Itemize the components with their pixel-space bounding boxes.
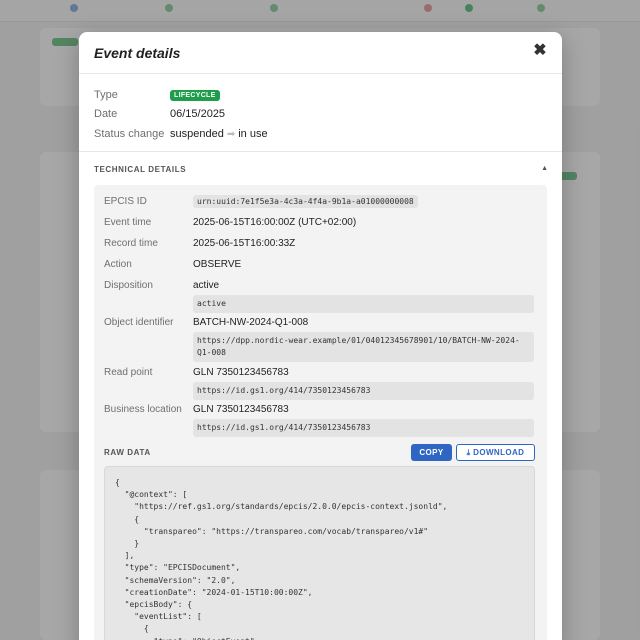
raw-data-title: RAW DATA xyxy=(104,448,151,457)
business-location-code: https://id.gs1.org/414/7350123456783 xyxy=(193,419,534,437)
raw-json-line: { xyxy=(115,624,149,634)
copy-button[interactable]: COPY xyxy=(411,444,452,461)
record-time-label: Record time xyxy=(104,238,158,249)
raw-data-box[interactable]: { "@context": [ "https://ref.gs1.org/sta… xyxy=(104,466,535,640)
object-identifier-code: https://dpp.nordic-wear.example/01/04012… xyxy=(193,332,534,362)
raw-json-line: ], xyxy=(115,551,135,561)
modal-header: Event details ✖ xyxy=(79,32,562,74)
raw-json-line: "https://ref.gs1.org/standards/epcis/2.0… xyxy=(115,502,448,512)
read-point-code: https://id.gs1.org/414/7350123456783 xyxy=(193,382,534,400)
object-identifier-label: Object identifier xyxy=(104,317,174,328)
raw-json: { "@context": [ "https://ref.gs1.org/sta… xyxy=(115,477,524,640)
raw-json-line: "schemaVersion": "2.0", xyxy=(115,575,236,585)
disposition-code: active xyxy=(193,295,534,313)
raw-json-line: "type": "EPCISDocument", xyxy=(115,563,241,573)
raw-json-line: "type": "ObjectEvent", xyxy=(115,636,524,640)
action-label: Action xyxy=(104,259,132,270)
raw-json-line: "transpareo": "https://transpareo.com/vo… xyxy=(115,526,429,536)
action-value: OBSERVE xyxy=(193,259,242,270)
event-details-modal: Event details ✖ Type LIFECYCLE Date 06/1… xyxy=(79,32,562,640)
technical-details-title: TECHNICAL DETAILS xyxy=(94,165,187,174)
epcis-id-label: EPCIS ID xyxy=(104,196,147,207)
epcis-id-value: urn:uuid:7e1f5e3a-4c3a-4f4a-9b1a-a010000… xyxy=(193,195,418,208)
event-time-value: 2025-06-15T16:00:00Z (UTC+02:00) xyxy=(193,217,357,228)
event-summary: Type LIFECYCLE Date 06/15/2025 Status ch… xyxy=(79,74,562,152)
business-location-value: GLN 7350123456783 xyxy=(193,404,289,415)
record-time-value: 2025-06-15T16:00:33Z xyxy=(193,238,296,249)
chevron-up-icon[interactable]: ▲ xyxy=(541,165,548,172)
close-icon[interactable]: ✖ xyxy=(532,43,548,59)
download-label: DOWNLOAD xyxy=(473,448,525,457)
raw-json-line: } xyxy=(115,539,140,549)
event-time-label: Event time xyxy=(104,217,152,228)
disposition-label: Disposition xyxy=(104,280,153,291)
date-label: Date xyxy=(94,108,118,120)
technical-details-toggle[interactable]: TECHNICAL DETAILS ▲ xyxy=(79,152,562,186)
lifecycle-badge: LIFECYCLE xyxy=(170,90,220,101)
download-icon: ⤓ xyxy=(466,448,471,457)
raw-json-line: "eventList": [ xyxy=(115,612,202,622)
status-value: suspended ➡ in use xyxy=(170,128,268,140)
status-from: suspended xyxy=(170,128,224,140)
raw-json-line: { xyxy=(115,478,120,487)
raw-json-line: { xyxy=(115,514,140,524)
date-value: 06/15/2025 xyxy=(170,108,226,120)
download-button[interactable]: ⤓ DOWNLOAD xyxy=(456,444,535,461)
status-to: in use xyxy=(238,128,268,140)
arrow-right-icon: ➡ xyxy=(226,129,236,140)
raw-json-line: "@context": [ xyxy=(115,490,188,500)
technical-details-panel: EPCIS ID urn:uuid:7e1f5e3a-4c3a-4f4a-9b1… xyxy=(94,185,547,640)
object-identifier-value: BATCH-NW-2024-Q1-008 xyxy=(193,317,309,328)
object-code-line: https://dpp.nordic-wear.example/01/04012… xyxy=(197,336,520,345)
business-location-label: Business location xyxy=(104,404,182,415)
type-label: Type xyxy=(94,89,118,101)
raw-json-line: "creationDate": "2024-01-15T10:00:00Z", xyxy=(115,587,313,597)
object-code-line: Q1-008 xyxy=(197,348,226,357)
type-value: LIFECYCLE xyxy=(170,88,220,101)
status-label: Status change xyxy=(94,128,165,140)
modal-title: Event details xyxy=(94,45,181,61)
read-point-value: GLN 7350123456783 xyxy=(193,367,289,378)
disposition-value: active xyxy=(193,280,220,291)
raw-json-line: "epcisBody": { xyxy=(115,600,193,610)
read-point-label: Read point xyxy=(104,367,153,378)
